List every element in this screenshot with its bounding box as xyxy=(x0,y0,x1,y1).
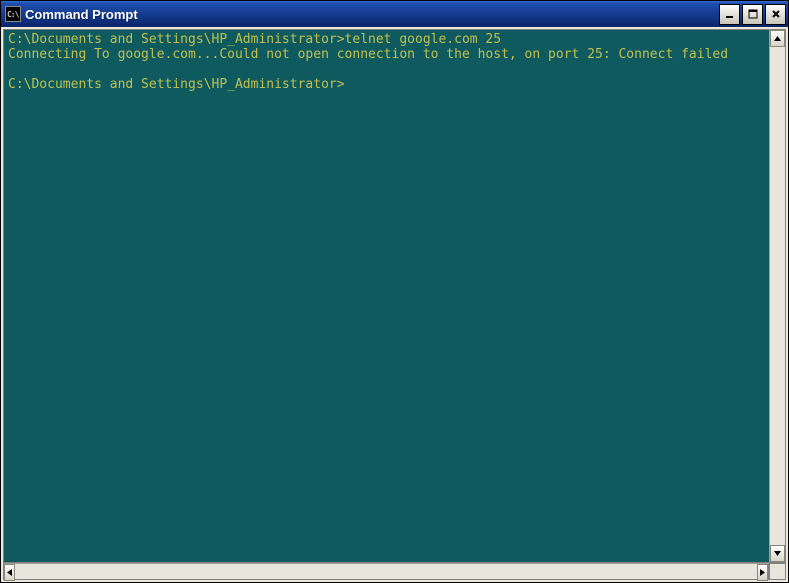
scrollbar-corner xyxy=(769,563,786,580)
command-prompt-window: C:\ Command Prompt C:\Documents and Sett… xyxy=(0,0,789,583)
maximize-button[interactable] xyxy=(742,4,763,25)
scroll-up-button[interactable] xyxy=(770,30,785,47)
cmd-icon: C:\ xyxy=(5,6,21,22)
scroll-down-button[interactable] xyxy=(770,545,785,562)
horizontal-scrollbar[interactable] xyxy=(3,563,769,580)
minimize-button[interactable] xyxy=(719,4,740,25)
titlebar[interactable]: C:\ Command Prompt xyxy=(1,1,788,27)
console-output[interactable]: C:\Documents and Settings\HP_Administrat… xyxy=(3,29,769,563)
vertical-scrollbar[interactable] xyxy=(769,29,786,563)
close-button[interactable] xyxy=(765,4,786,25)
horizontal-scroll-track[interactable] xyxy=(15,564,757,579)
prompt-line-1: C:\Documents and Settings\HP_Administrat… xyxy=(8,32,345,47)
output-line-1: Connecting To google.com...Could not ope… xyxy=(8,47,728,62)
vertical-scroll-track[interactable] xyxy=(770,47,785,545)
scroll-right-button[interactable] xyxy=(757,564,768,581)
command-1: telnet google.com 25 xyxy=(345,32,502,47)
client-area: C:\Documents and Settings\HP_Administrat… xyxy=(1,27,788,582)
scroll-left-button[interactable] xyxy=(4,564,15,581)
window-title: Command Prompt xyxy=(25,7,719,22)
prompt-line-2: C:\Documents and Settings\HP_Administrat… xyxy=(8,77,345,92)
window-controls xyxy=(719,4,786,25)
